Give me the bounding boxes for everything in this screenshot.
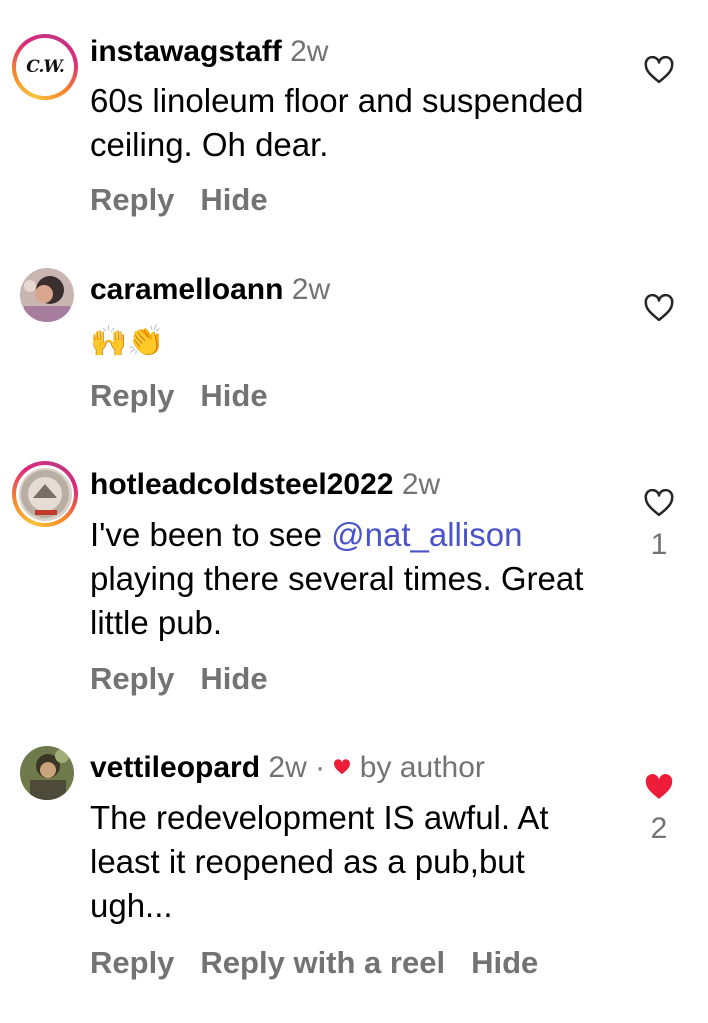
time-ago: 2w xyxy=(290,35,329,68)
comment-header: hotleadcoldsteel2022 2w xyxy=(90,467,440,503)
heart-outline-icon[interactable] xyxy=(644,489,674,517)
time-ago: 2w xyxy=(401,468,441,501)
like-column: 1 xyxy=(636,489,682,563)
reply-button[interactable]: Reply xyxy=(90,182,174,217)
hide-button[interactable]: Hide xyxy=(200,378,267,413)
username[interactable]: caramelloann xyxy=(90,273,283,306)
comment-text: 60s linoleum floor and suspended ceiling… xyxy=(90,82,584,163)
avatar-photo xyxy=(18,467,72,521)
like-column: 2 xyxy=(636,773,682,847)
like-column xyxy=(636,294,682,322)
reply-button[interactable]: Reply xyxy=(90,945,174,980)
comment-header: caramelloann 2w xyxy=(90,272,330,308)
hide-button[interactable]: Hide xyxy=(200,182,267,217)
comment-text-end: playing there several times. Great littl… xyxy=(90,560,584,641)
avatar-logo: C.W. xyxy=(18,40,72,94)
time-ago: 2w xyxy=(268,751,307,784)
hide-button[interactable]: Hide xyxy=(200,661,267,696)
username[interactable]: hotleadcoldsteel2022 xyxy=(90,468,393,501)
avatar[interactable]: C.W. xyxy=(12,34,78,100)
reply-with-reel-button[interactable]: Reply with a reel xyxy=(200,945,445,980)
heart-filled-icon[interactable] xyxy=(644,773,674,801)
comment-actions: Reply Hide xyxy=(90,661,294,697)
heart-outline-icon[interactable] xyxy=(644,56,674,84)
comment-text-start: I've been to see xyxy=(90,516,332,553)
comment-header: instawagstaff 2w xyxy=(90,34,328,70)
comment-actions: Reply Reply with a reel Hide xyxy=(90,945,564,981)
comment-text: 🙌👏 xyxy=(90,325,165,358)
avatar[interactable] xyxy=(12,461,78,527)
username[interactable]: instawagstaff xyxy=(90,35,282,68)
avatar[interactable] xyxy=(20,746,74,800)
reply-button[interactable]: Reply xyxy=(90,661,174,696)
time-ago: 2w xyxy=(291,273,331,306)
avatar[interactable] xyxy=(20,268,74,322)
reply-button[interactable]: Reply xyxy=(90,378,174,413)
hide-button[interactable]: Hide xyxy=(471,945,538,980)
avatar-photo xyxy=(20,746,74,800)
like-count: 2 xyxy=(650,812,668,845)
comment-text: The redevelopment IS awful. At least it … xyxy=(90,799,549,924)
avatar-photo xyxy=(20,268,74,322)
heart-filled-icon xyxy=(334,759,351,775)
like-column xyxy=(636,56,682,84)
liked-by-author-badge: by author xyxy=(359,751,485,784)
mention-link[interactable]: @nat_allison xyxy=(331,516,522,553)
like-count: 1 xyxy=(650,528,668,561)
meta-separator: · xyxy=(315,751,326,784)
comment-actions: Reply Hide xyxy=(90,182,294,218)
heart-outline-icon[interactable] xyxy=(644,294,674,322)
username[interactable]: vettileopard xyxy=(90,751,260,784)
comment-actions: Reply Hide xyxy=(90,378,294,414)
comment-text: I've been to see @nat_allison playing th… xyxy=(90,513,610,645)
comment-header: vettileopard 2w · by author xyxy=(90,750,485,786)
